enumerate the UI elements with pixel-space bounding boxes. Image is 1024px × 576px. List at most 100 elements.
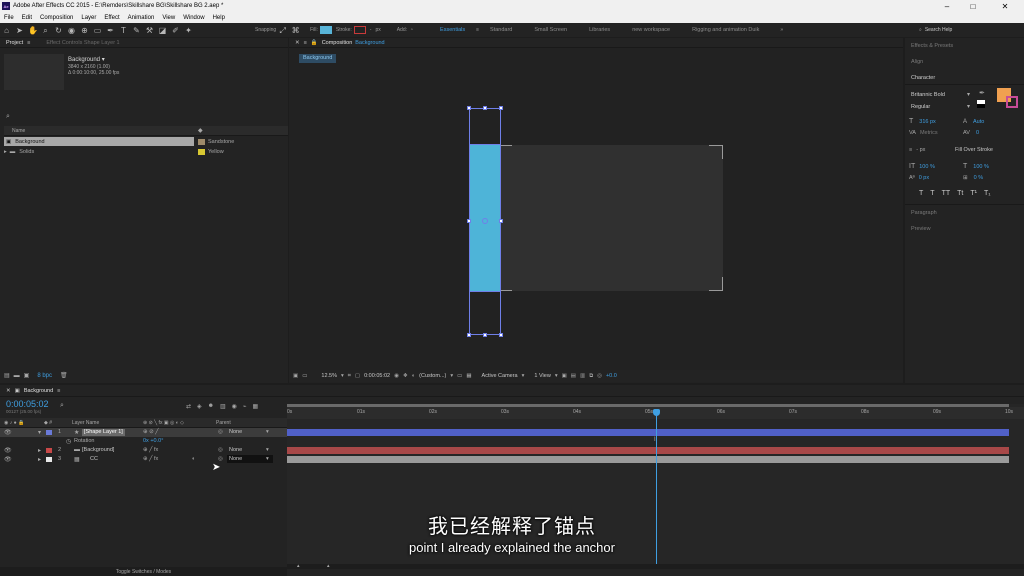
- transform-handle[interactable]: [499, 219, 503, 223]
- pen-tool-icon[interactable]: ✒: [106, 26, 115, 35]
- breadcrumb[interactable]: Background: [299, 54, 337, 63]
- tab-composition[interactable]: Composition: [322, 40, 353, 46]
- expand-arrow-icon[interactable]: ▸: [38, 456, 41, 463]
- expand-arrow-icon[interactable]: ▾: [38, 429, 41, 436]
- chevron-down-icon[interactable]: ▾: [266, 456, 269, 462]
- region-icon[interactable]: ▭: [302, 373, 307, 379]
- effects-presets-tab[interactable]: Effects & Presets: [911, 41, 953, 50]
- selection-tool-icon[interactable]: ➤: [15, 26, 24, 35]
- fast-previews-icon[interactable]: ▤: [571, 373, 576, 379]
- layer-row[interactable]: 👁 ▾ 1 ★ [Shape Layer 1] ⊕ ⊘ ╱ ◎ None ▾: [0, 428, 287, 437]
- chevron-down-icon[interactable]: ▾: [341, 373, 344, 379]
- chevron-down-icon[interactable]: ▾: [967, 91, 970, 98]
- stroke-width-value[interactable]: -: [370, 27, 372, 33]
- minimize-icon[interactable]: –: [936, 0, 958, 12]
- view-layout-dropdown[interactable]: 1 View: [534, 373, 550, 379]
- timeline-icon[interactable]: ▥: [580, 373, 585, 379]
- camera-snapshot-icon[interactable]: ◉: [394, 373, 399, 379]
- comp-background-layer[interactable]: [469, 145, 723, 291]
- menu-composition[interactable]: Composition: [36, 15, 77, 21]
- stroke-swatch[interactable]: [353, 26, 366, 34]
- font-family-dropdown[interactable]: Britannic Bold: [911, 90, 971, 99]
- stroke-color-swatch[interactable]: [1006, 96, 1018, 108]
- snap-options-icon[interactable]: ⌘: [291, 26, 300, 35]
- color-channel-icon[interactable]: ◐: [412, 373, 415, 379]
- layer-label-color[interactable]: [46, 457, 52, 462]
- type-tool-icon[interactable]: T: [119, 26, 128, 35]
- toggle-switches-modes[interactable]: Toggle Switches / Modes: [0, 567, 287, 576]
- lock-icon[interactable]: 🔒: [311, 40, 318, 46]
- hand-tool-icon[interactable]: ✋: [28, 26, 38, 35]
- tab-effect-controls[interactable]: Effect Controls Shape Layer 1: [46, 40, 119, 46]
- font-size-value[interactable]: 316 px: [919, 119, 936, 125]
- shy-icon[interactable]: ☻: [208, 403, 214, 410]
- chevron-down-icon[interactable]: ▾: [266, 447, 269, 453]
- exposure-value[interactable]: +0.0: [606, 373, 617, 379]
- baseline-shift-value[interactable]: 0 px: [919, 175, 929, 181]
- label-color-swatch[interactable]: [198, 148, 205, 155]
- all-caps-button[interactable]: TT: [942, 190, 951, 197]
- playhead-handle[interactable]: [653, 409, 660, 416]
- project-item-background[interactable]: ▣ Background: [4, 137, 194, 146]
- superscript-button[interactable]: T¹: [970, 190, 977, 197]
- panel-menu-icon[interactable]: ≡: [304, 40, 307, 46]
- col-name-label[interactable]: Name: [12, 128, 25, 134]
- camera-dropdown[interactable]: Active Camera: [482, 373, 518, 379]
- clone-stamp-tool-icon[interactable]: ⚒: [145, 26, 154, 35]
- zoom-dropdown[interactable]: 12.5%: [321, 373, 337, 379]
- layer-row[interactable]: 👁 ▸ 3 ▦ CC ⊕ ╱ fx ◐ ◎ None ▾: [0, 455, 287, 464]
- align-tab[interactable]: Align: [911, 57, 923, 66]
- stroke-mode-dropdown[interactable]: Fill Over Stroke: [955, 145, 993, 154]
- vertical-scale-value[interactable]: 100 %: [919, 164, 935, 170]
- zoom-out-icon[interactable]: ▴: [297, 563, 300, 569]
- chevron-down-icon[interactable]: ▾: [967, 103, 970, 110]
- rectangle-tool-icon[interactable]: ▭: [93, 26, 102, 35]
- motion-blur-icon[interactable]: ◉: [232, 403, 237, 410]
- mask-icon[interactable]: ▢: [355, 373, 360, 379]
- layer-duration-bar[interactable]: [287, 429, 1009, 436]
- parent-dropdown[interactable]: None: [229, 447, 242, 453]
- anchor-point-icon[interactable]: [482, 218, 488, 224]
- subscript-button[interactable]: T₁: [984, 190, 991, 197]
- paragraph-tab[interactable]: Paragraph: [911, 208, 937, 217]
- comp-mini-flowchart-icon[interactable]: ⇄: [186, 403, 191, 410]
- snapping-label[interactable]: Snapping: [255, 27, 276, 33]
- project-item-solids[interactable]: ▸ ▬ Solids: [4, 147, 194, 156]
- add-label[interactable]: Add:: [397, 27, 407, 33]
- workspace-standard[interactable]: Standard: [490, 27, 512, 33]
- transform-handle[interactable]: [483, 106, 487, 110]
- transform-handle[interactable]: [483, 333, 487, 337]
- pickwhip-icon[interactable]: ◎: [218, 447, 223, 453]
- brush-tool-icon[interactable]: ✎: [132, 26, 141, 35]
- transparency-grid-icon[interactable]: ▦: [466, 373, 471, 379]
- region-of-interest-icon[interactable]: ▭: [457, 373, 462, 379]
- transform-handle[interactable]: [499, 106, 503, 110]
- maximize-icon[interactable]: □: [962, 0, 984, 12]
- menu-layer[interactable]: Layer: [77, 15, 100, 21]
- faux-italic-button[interactable]: T: [930, 190, 934, 197]
- fill-swatch[interactable]: [319, 26, 332, 34]
- preview-tab[interactable]: Preview: [911, 224, 931, 233]
- menu-animation[interactable]: Animation: [124, 15, 159, 21]
- search-icon[interactable]: ⌕: [6, 113, 10, 121]
- stroke-width-field[interactable]: - px: [916, 147, 925, 153]
- transform-handle[interactable]: [467, 219, 471, 223]
- zoom-in-icon[interactable]: ▴: [327, 563, 330, 569]
- trash-icon[interactable]: 🗑: [60, 372, 68, 379]
- pan-behind-tool-icon[interactable]: ⊕: [80, 26, 89, 35]
- new-composition-icon[interactable]: ▣: [24, 372, 30, 379]
- black-swatch[interactable]: [977, 104, 985, 108]
- workspace-new[interactable]: new workspace: [632, 27, 670, 33]
- character-tab[interactable]: Character: [911, 73, 935, 82]
- pencil-icon[interactable]: ▦: [253, 403, 259, 410]
- layer-duration-bar[interactable]: [287, 456, 1009, 463]
- transform-handle[interactable]: [467, 333, 471, 337]
- chevron-down-icon[interactable]: ▾: [266, 429, 269, 435]
- chevron-down-icon[interactable]: ▾: [522, 373, 525, 379]
- label-column-icon[interactable]: ◆: [198, 127, 203, 134]
- frame-blending-icon[interactable]: ▥: [220, 403, 226, 410]
- switches-icon[interactable]: ⊕ ╱ fx: [143, 447, 158, 453]
- parent-dropdown[interactable]: None: [229, 456, 242, 462]
- panel-menu-icon[interactable]: ≡: [57, 388, 60, 394]
- timeline-tab[interactable]: Background: [24, 388, 53, 394]
